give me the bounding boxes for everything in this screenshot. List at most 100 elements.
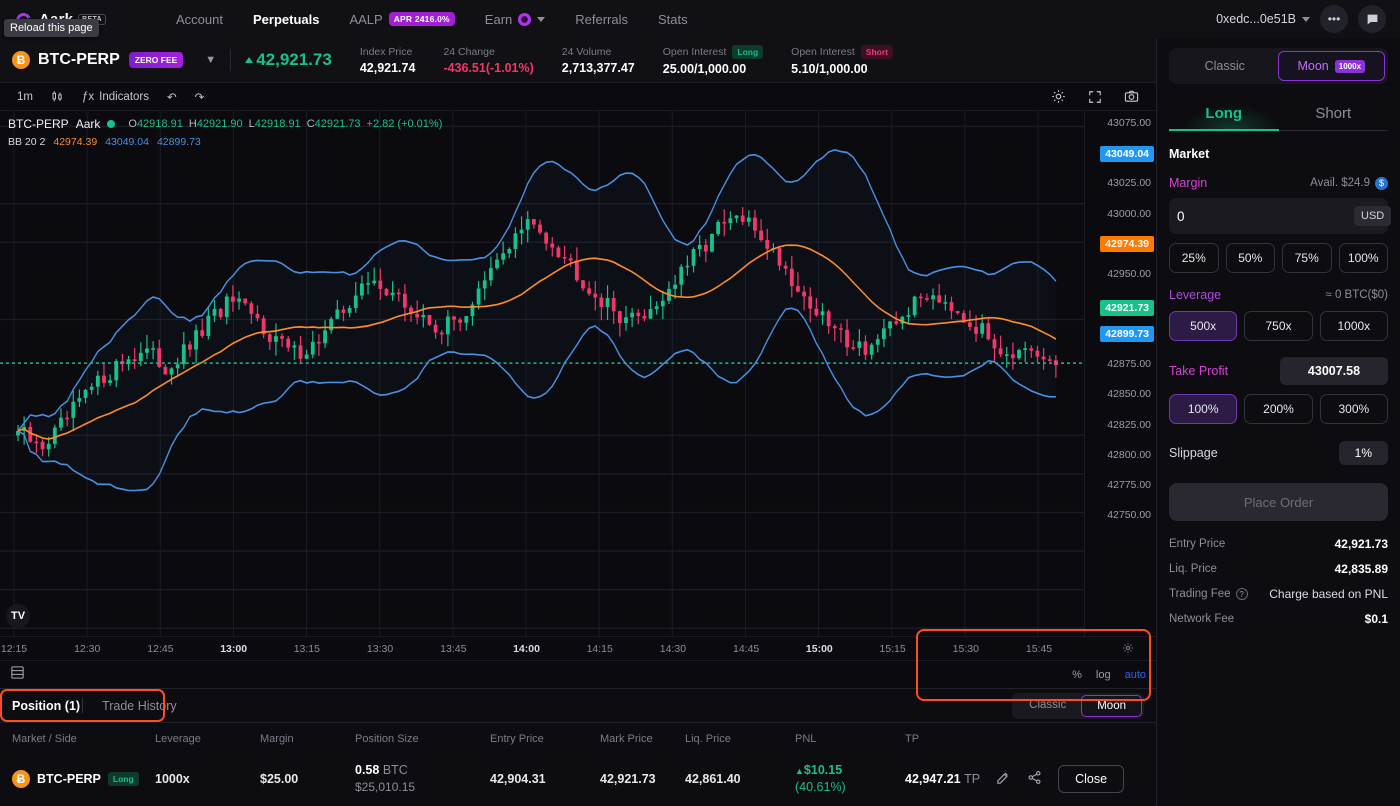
pnl-amount-value: $10.15 — [803, 763, 843, 777]
wallet-address-button[interactable]: 0xedc...0e51B — [1216, 12, 1310, 26]
tab-short[interactable]: Short — [1279, 96, 1389, 131]
expand-icon[interactable] — [1079, 90, 1111, 104]
tab-long[interactable]: Long — [1169, 96, 1279, 131]
price-tick-label: 43000.00 — [1107, 207, 1151, 220]
market-cell: Ƀ BTC-PERP Long — [12, 769, 155, 788]
chat-icon[interactable] — [1358, 5, 1386, 33]
size-unit: BTC — [382, 763, 408, 777]
leverage-label-row: Leverage ≈ 0 BTC($0) — [1169, 288, 1388, 302]
take-profit-input[interactable]: 43007.58 — [1280, 357, 1388, 385]
undo-icon[interactable]: ↶ — [158, 90, 186, 104]
mode-segment-control: Classic Moon 1000x — [1169, 48, 1388, 84]
order-form: Market Margin Avail. $24.9 $ USD 25% 50%… — [1157, 131, 1400, 465]
size-amount: 0.58 — [355, 763, 380, 777]
chart-scale-controls: % log auto — [1072, 669, 1146, 681]
th-pnl: PNL — [795, 722, 905, 753]
nav-account[interactable]: Account — [176, 12, 223, 27]
nav-stats-label: Stats — [658, 11, 688, 27]
cell-entry-price: 42,904.31 — [490, 771, 546, 786]
market-selector-chevron-icon[interactable]: ▼ — [205, 54, 216, 66]
nav-aalp[interactable]: AALP APR 2416.0% — [349, 12, 455, 27]
nav-stats[interactable]: Stats — [658, 12, 688, 27]
tradingview-logo-icon[interactable]: TV — [6, 604, 30, 628]
stat-label: Open Interest Long — [663, 44, 764, 59]
leverage-500x-button[interactable]: 500x — [1169, 311, 1238, 341]
edit-icon[interactable] — [996, 770, 1011, 788]
chart-area[interactable]: BTC-PERP Aark O42918.91 H42921.90 L42918… — [0, 111, 1156, 636]
leverage-750x-button[interactable]: 750x — [1244, 311, 1313, 341]
margin-input-wrap[interactable]: USD — [1169, 198, 1392, 234]
price-tick-label: 42800.00 — [1107, 448, 1151, 461]
time-tick-label: 14:30 — [659, 643, 687, 655]
margin-percent-buttons: 25% 50% 75% 100% — [1169, 243, 1388, 273]
gear-icon[interactable] — [1042, 89, 1075, 104]
auto-scale-button[interactable]: auto — [1125, 669, 1146, 681]
earn-token-icon — [518, 12, 532, 26]
candlestick-icon[interactable] — [42, 90, 73, 103]
price-tick-label: 43025.00 — [1107, 177, 1151, 190]
chart-canvas[interactable]: BTC-PERP Aark O42918.91 H42921.90 L42918… — [0, 111, 1084, 636]
price-tick-label: 42750.00 — [1107, 508, 1151, 521]
redo-icon[interactable]: ↷ — [186, 90, 214, 104]
stat-24-volume: 24 Volume 2,713,377.47 — [562, 46, 635, 75]
indicators-button[interactable]: ƒx Indicators — [73, 91, 158, 103]
tp-200-button[interactable]: 200% — [1244, 394, 1313, 424]
margin-75-button[interactable]: 75% — [1282, 243, 1332, 273]
wallet-address-label: 0xedc...0e51B — [1216, 12, 1296, 26]
segment-classic[interactable]: Classic — [1172, 51, 1278, 81]
nav-account-label: Account — [176, 11, 223, 27]
mode-moon-button[interactable]: Moon — [1081, 694, 1142, 717]
segment-moon[interactable]: Moon 1000x — [1277, 51, 1385, 81]
cell-leverage: 1000x — [155, 771, 190, 786]
nav-perpetuals[interactable]: Perpetuals — [253, 12, 319, 27]
margin-50-button[interactable]: 50% — [1225, 243, 1275, 273]
cell-tp: 42,947.21 TP Close — [905, 753, 1156, 806]
nav-referrals[interactable]: Referrals — [575, 12, 628, 27]
tab-position[interactable]: Position (1) — [12, 699, 80, 713]
stat-label: 24 Change — [443, 45, 495, 58]
positions-table: Market / Side Leverage Margin Position S… — [0, 722, 1156, 806]
log-scale-button[interactable]: log — [1096, 669, 1111, 681]
cell-pnl: ▲$10.15 (40.61%) — [795, 753, 905, 806]
time-tick-label: 12:15 — [0, 643, 28, 655]
tab-trade-history[interactable]: Trade History — [102, 699, 177, 713]
more-options-button[interactable]: ••• — [1320, 5, 1348, 33]
summary-entry-price: Entry Price 42,921.73 — [1169, 537, 1388, 551]
candlestick-chart — [0, 111, 1084, 636]
slippage-value[interactable]: 1% — [1338, 441, 1388, 465]
time-axis[interactable]: 12:15 12:30 12:45 13:00 13:15 13:30 13:45 14:00… — [0, 636, 1156, 660]
table-row[interactable]: Ƀ BTC-PERP Long 1000x $25.00 0.58 BTC $2… — [0, 753, 1156, 806]
divider — [82, 698, 83, 713]
help-icon[interactable]: ? — [1235, 588, 1248, 600]
percent-scale-button[interactable]: % — [1072, 669, 1082, 681]
place-order-button[interactable]: Place Order — [1169, 483, 1388, 521]
share-icon[interactable] — [1027, 770, 1042, 788]
leverage-1000x-button[interactable]: 1000x — [1319, 311, 1388, 341]
pnl-amount: ▲$10.15 — [795, 763, 843, 777]
margin-100-button[interactable]: 100% — [1338, 243, 1388, 273]
nav-earn[interactable]: Earn — [485, 12, 546, 27]
layout-icon[interactable] — [10, 665, 25, 685]
margin-input[interactable] — [1177, 208, 1354, 224]
tp-100-button[interactable]: 100% — [1169, 394, 1238, 424]
positions-section: Position (1) Trade History Classic Moon … — [0, 688, 1156, 806]
tp-300-button[interactable]: 300% — [1319, 394, 1388, 424]
mode-classic-button[interactable]: Classic — [1014, 695, 1081, 717]
time-tick-label: 15:15 — [879, 643, 906, 655]
th-margin: Margin — [260, 722, 355, 753]
cell-position-size: 0.58 BTC $25,010.15 — [355, 753, 490, 806]
th-market-side: Market / Side — [0, 722, 155, 753]
price-badge: 42899.73 — [1100, 326, 1154, 343]
margin-currency-tag: USD — [1354, 206, 1392, 226]
margin-25-button[interactable]: 25% — [1169, 243, 1219, 273]
interval-button[interactable]: 1m — [8, 91, 42, 103]
brand[interactable]: Aark BETA Reload this page — [4, 9, 164, 37]
price-axis[interactable]: 43075.00 43025.00 43000.00 42950.00 42875.00… — [1084, 111, 1156, 636]
close-position-button[interactable]: Close — [1058, 764, 1125, 793]
camera-icon[interactable] — [1115, 89, 1148, 104]
leverage-chip: 1000x — [1334, 59, 1366, 73]
usdc-icon: $ — [1375, 176, 1388, 190]
time-tick-label: 15:45 — [1025, 643, 1053, 655]
time-axis-gear-icon[interactable] — [1122, 642, 1134, 657]
price-tick-label: 42850.00 — [1107, 388, 1151, 401]
